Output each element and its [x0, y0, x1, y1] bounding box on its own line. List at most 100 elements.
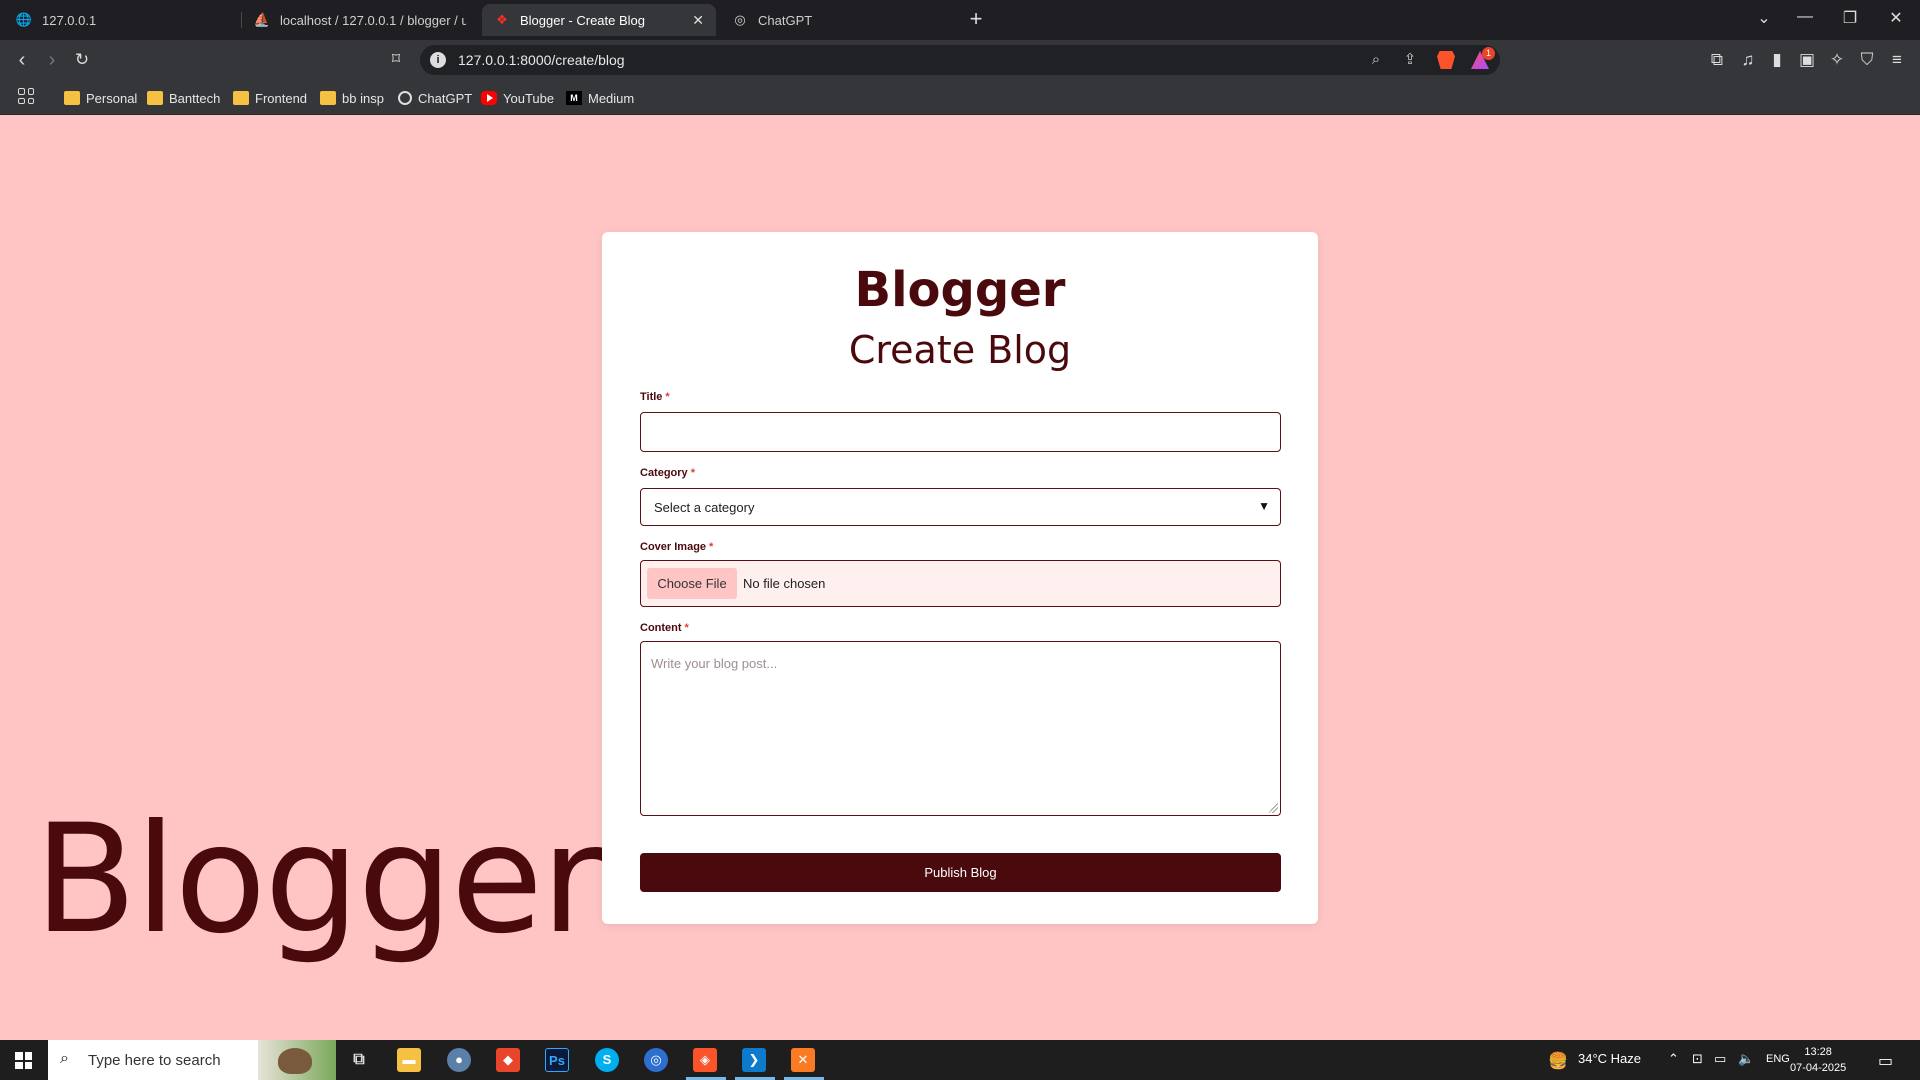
- reload-button[interactable]: ↻: [70, 48, 94, 72]
- search-placeholder: Type here to search: [88, 1052, 221, 1069]
- vscode-icon[interactable]: ❯: [742, 1048, 766, 1072]
- bookmark-bb-insp[interactable]: bb insp: [320, 88, 384, 108]
- notifications-icon[interactable]: ▭: [1878, 1051, 1893, 1071]
- cover-image-input[interactable]: Choose File No file chosen: [640, 560, 1281, 607]
- chevron-up-icon[interactable]: ⌃: [1668, 1051, 1679, 1067]
- brave-shields-icon[interactable]: [1437, 51, 1455, 69]
- apps-grid-icon[interactable]: [18, 88, 34, 104]
- xampp-icon[interactable]: ✕: [791, 1048, 815, 1072]
- address-bar[interactable]: i 127.0.0.1:8000/create/blog ⌕ ⇪ 1: [420, 45, 1500, 75]
- photoshop-icon[interactable]: Ps: [545, 1048, 569, 1072]
- medium-icon: M: [566, 91, 582, 105]
- bookmark-personal[interactable]: Personal: [64, 88, 137, 108]
- required-mark: *: [690, 467, 695, 479]
- required-mark: *: [709, 541, 714, 553]
- brand-title: Blogger: [854, 262, 1066, 318]
- tab-title: Blogger - Create Blog: [520, 12, 646, 28]
- share-icon[interactable]: ⇪: [1400, 50, 1420, 70]
- vpn-icon[interactable]: ⛉: [1855, 48, 1879, 72]
- category-label: Category *: [640, 467, 695, 479]
- page-body: Blogger Blogger Create Blog Title * Categ…: [0, 115, 1920, 1040]
- minimize-button[interactable]: —: [1793, 8, 1817, 26]
- bookmark-icon[interactable]: ⌑: [384, 48, 408, 72]
- resize-handle-icon[interactable]: [1268, 803, 1278, 813]
- leo-ai-icon[interactable]: ✧: [1825, 48, 1849, 72]
- volume-icon[interactable]: 🔈: [1738, 1051, 1754, 1067]
- new-tab-button[interactable]: +: [964, 6, 988, 32]
- tab-chatgpt[interactable]: ◎ ChatGPT: [720, 4, 956, 36]
- phpmyadmin-icon: ⛵: [253, 12, 271, 27]
- browser-app-icon[interactable]: ◎: [644, 1048, 668, 1072]
- device-icon[interactable]: ⊡: [1692, 1051, 1703, 1067]
- folder-icon: [147, 91, 163, 105]
- close-tab-icon[interactable]: ✕: [692, 12, 704, 29]
- globe-icon: 🌐: [15, 12, 33, 27]
- sidebar-icon[interactable]: ▮: [1765, 48, 1789, 72]
- content-textarea[interactable]: Write your blog post...: [640, 641, 1281, 816]
- weather-icon[interactable]: 🍔: [1548, 1051, 1568, 1071]
- rewards-badge: 1: [1482, 47, 1495, 60]
- url-text[interactable]: 127.0.0.1:8000/create/blog: [458, 52, 625, 68]
- bookmark-banttech[interactable]: Banttech: [147, 88, 220, 108]
- tab-phpmyadmin[interactable]: ⛵ localhost / 127.0.0.1 / blogger / user…: [242, 4, 478, 36]
- clock-date: 07-04-2025: [1790, 1062, 1847, 1074]
- tab-search-chevron-icon[interactable]: ⌄: [1752, 8, 1776, 28]
- required-mark: *: [665, 391, 670, 403]
- windows-start-icon[interactable]: [15, 1052, 32, 1069]
- forward-button[interactable]: ›: [40, 48, 64, 72]
- search-icon: ⌕: [60, 1050, 69, 1067]
- clock[interactable]: 13:28 07-04-2025: [1790, 1044, 1846, 1076]
- weather-text[interactable]: 34°C Haze: [1578, 1051, 1641, 1066]
- tab-create-blog[interactable]: ❖ Blogger - Create Blog ✕: [482, 4, 716, 36]
- bookmarks-bar: Personal Banttech Frontend bb insp ChatG…: [0, 80, 1920, 115]
- back-button[interactable]: ‹: [10, 48, 34, 72]
- tab-bar: 🌐 127.0.0.1 ⛵ localhost / 127.0.0.1 / bl…: [0, 0, 1920, 40]
- restore-button[interactable]: ❐: [1838, 8, 1862, 28]
- category-selected-value: Select a category: [654, 500, 755, 515]
- tab-title: 127.0.0.1: [42, 12, 97, 28]
- category-select[interactable]: Select a category ▼: [640, 488, 1281, 526]
- title-label: Title *: [640, 391, 670, 403]
- bookmark-frontend[interactable]: Frontend: [233, 88, 307, 108]
- publish-blog-button[interactable]: Publish Blog: [640, 853, 1281, 892]
- file-explorer-icon[interactable]: ▬: [397, 1048, 421, 1072]
- git-icon[interactable]: ◆: [496, 1048, 520, 1072]
- network-icon[interactable]: ▭: [1714, 1051, 1726, 1067]
- file-status: No file chosen: [743, 576, 826, 591]
- app-icon[interactable]: ●: [447, 1048, 471, 1072]
- cover-image-label: Cover Image *: [640, 541, 714, 553]
- bookmark-medium[interactable]: M Medium: [566, 88, 634, 108]
- chatgpt-icon: ◎: [734, 12, 746, 27]
- zoom-icon[interactable]: ⌕: [1366, 50, 1386, 70]
- language-indicator[interactable]: ENG: [1766, 1053, 1790, 1065]
- page-title: Create Blog: [848, 328, 1072, 372]
- media-icon[interactable]: ♫: [1736, 48, 1760, 72]
- create-blog-card: Blogger Create Blog Title * Category * Sel…: [602, 232, 1318, 924]
- task-view-icon[interactable]: ⧉: [347, 1048, 371, 1072]
- windows-taskbar: ⌕ Type here to search ⧉ ▬ ● ◆ Ps S ◎ ◈ ❯…: [0, 1040, 1920, 1080]
- brave-icon[interactable]: ◈: [693, 1048, 717, 1072]
- tab-localhost[interactable]: 🌐 127.0.0.1: [4, 4, 240, 36]
- skype-icon[interactable]: S: [595, 1048, 619, 1072]
- site-info-icon[interactable]: i: [430, 52, 446, 68]
- taskbar-search[interactable]: ⌕ Type here to search: [48, 1040, 336, 1080]
- bookmark-youtube[interactable]: YouTube: [481, 88, 554, 108]
- background-brand-text: Blogger: [34, 793, 603, 967]
- folder-icon: [233, 91, 249, 105]
- navigation-bar: ‹ › ↻ ⌑ i 127.0.0.1:8000/create/blog ⌕ ⇪…: [0, 40, 1920, 80]
- tab-title: ChatGPT: [758, 12, 813, 28]
- content-label: Content *: [640, 622, 689, 634]
- chevron-down-icon: ▼: [1258, 499, 1270, 513]
- choose-file-button[interactable]: Choose File: [647, 568, 737, 599]
- extensions-icon[interactable]: ⧉: [1705, 48, 1729, 72]
- search-highlight-image: [258, 1040, 336, 1080]
- wallet-icon[interactable]: ▣: [1795, 48, 1819, 72]
- menu-icon[interactable]: ≡: [1885, 48, 1909, 72]
- content-placeholder: Write your blog post...: [651, 656, 778, 671]
- folder-icon: [320, 91, 336, 105]
- title-input[interactable]: [640, 412, 1281, 452]
- bookmark-chatgpt[interactable]: ChatGPT: [398, 88, 472, 108]
- laravel-icon: ❖: [496, 12, 508, 27]
- close-window-button[interactable]: ✕: [1884, 8, 1908, 28]
- tab-title: localhost / 127.0.0.1 / blogger / users: [280, 12, 466, 28]
